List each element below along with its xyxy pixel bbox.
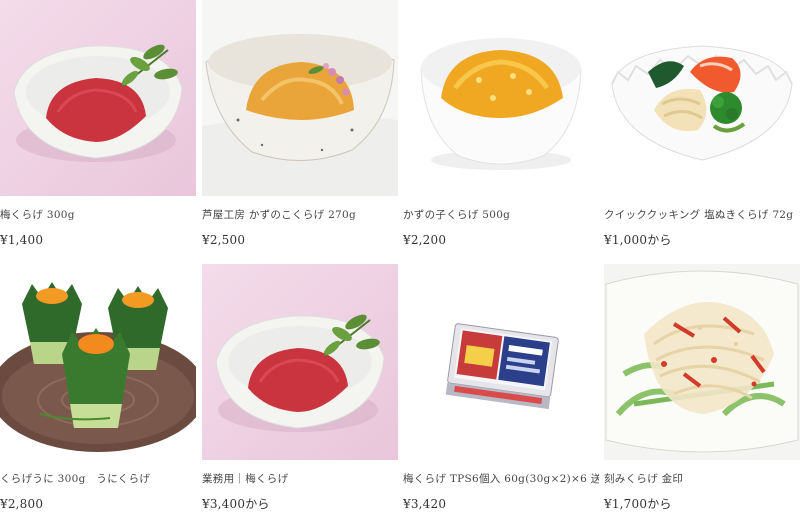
uni-kurage-cucumber-image (0, 264, 196, 460)
product-image-link[interactable] (403, 0, 599, 196)
product-image-link[interactable] (604, 0, 800, 196)
product-image-link[interactable] (0, 264, 196, 460)
product-title[interactable]: 業務用｜梅くらげ (202, 472, 398, 486)
product-image-link[interactable] (0, 0, 196, 196)
product-price: ¥1,700から (604, 497, 672, 511)
product-price: ¥3,400から (202, 497, 270, 511)
product-image-link[interactable] (604, 264, 800, 460)
ume-kurage-business-image (202, 264, 398, 460)
product-title[interactable]: 梅くらげ 300g (0, 208, 196, 222)
product-card[interactable]: 刻みくらげ 金印 ¥1,700から (604, 264, 800, 512)
product-image-link[interactable] (202, 0, 398, 196)
salad-kurage-image (604, 0, 800, 196)
tps-pack-image (403, 264, 599, 460)
kizami-kurage-plate-image (604, 264, 800, 460)
product-price: ¥1,400 (0, 233, 44, 247)
product-title[interactable]: 梅くらげ TPS6個入 60g(30g×2)×6 送料込 (403, 472, 599, 486)
kazunoko-kurage-bowl-image (202, 0, 398, 196)
product-title[interactable]: 芦屋工房 かずのこくらげ 270g (202, 208, 398, 222)
product-title[interactable]: クイッククッキング 塩ぬきくらげ 72g (604, 208, 800, 222)
product-price: ¥2,500 (202, 233, 246, 247)
product-price: ¥2,200 (403, 233, 447, 247)
product-grid: 梅くらげ 300g ¥1,400 芦屋工房 かずのこくらげ 270g ¥2,50… (0, 0, 800, 512)
product-card[interactable]: かずの子くらげ 500g ¥2,200 (403, 0, 599, 248)
product-image-link[interactable] (403, 264, 599, 460)
ume-kurage-bowl-image (0, 0, 196, 196)
product-price: ¥3,420 (403, 497, 447, 511)
product-card[interactable]: 芦屋工房 かずのこくらげ 270g ¥2,500 (202, 0, 398, 248)
product-title[interactable]: 刻みくらげ 金印 (604, 472, 800, 486)
product-card[interactable]: くらげうに 300g うにくらげ ¥2,800 (0, 264, 196, 512)
product-price: ¥2,800 (0, 497, 44, 511)
product-card[interactable]: 梅くらげ TPS6個入 60g(30g×2)×6 送料込 ¥3,420 (403, 264, 599, 512)
product-card[interactable]: 梅くらげ 300g ¥1,400 (0, 0, 196, 248)
product-title[interactable]: くらげうに 300g うにくらげ (0, 472, 196, 486)
kazunoko-kurage-white-bowl-image (403, 0, 599, 196)
product-title[interactable]: かずの子くらげ 500g (403, 208, 599, 222)
product-card[interactable]: クイッククッキング 塩ぬきくらげ 72g ¥1,000から (604, 0, 800, 248)
product-image-link[interactable] (202, 264, 398, 460)
product-price: ¥1,000から (604, 233, 672, 247)
product-card[interactable]: 業務用｜梅くらげ ¥3,400から (202, 264, 398, 512)
